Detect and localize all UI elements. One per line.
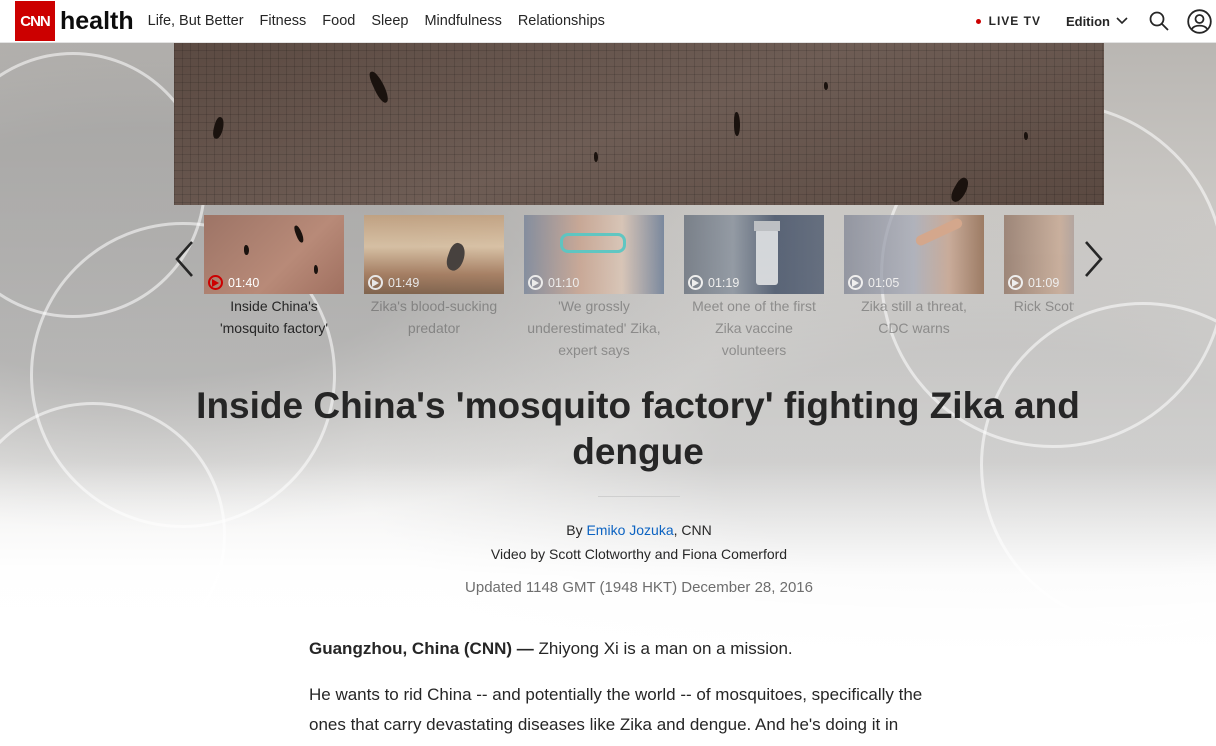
edition-label: Edition [1065,13,1110,29]
updated-timestamp: Updated 1148 GMT (1948 HKT) December 28,… [465,579,813,596]
cnn-health-logo[interactable]: CNN health [15,1,134,41]
nav-sleep[interactable]: Sleep [371,13,408,29]
paragraph-line: ones that carry devastating diseases lik… [309,715,899,734]
play-icon [848,275,863,290]
video-thumbnail: 01:19 [684,215,824,294]
video-player[interactable] [174,42,1104,205]
author-link[interactable]: Emiko Jozuka [586,522,673,538]
video-caption: Zika still a threat, CDC warns [861,298,967,336]
video-thumbnail: 01:09 [1004,215,1074,294]
article-paragraph: Guangzhou, China (CNN) — Zhiyong Xi is a… [309,634,989,664]
byline-suffix: , CNN [673,522,712,538]
live-tv-link[interactable]: LIVE TV [975,14,1041,28]
video-caption: 'We grossly underestimated' Zika, expert… [527,298,661,358]
live-dot-icon [975,18,981,24]
section-logo: health [60,6,134,35]
play-icon [1008,275,1023,290]
divider [598,496,680,497]
nav-food[interactable]: Food [322,13,355,29]
account-button[interactable] [1186,8,1212,34]
video-caption: Meet one of the first Zika vaccine volun… [692,298,816,358]
byline: By Emiko Jozuka, CNN [0,522,1216,538]
nav-fitness[interactable]: Fitness [260,13,307,29]
video-thumbnail: 01:40 [204,215,344,294]
cnn-logo: CNN [15,1,55,41]
carousel-item[interactable]: 01:10 'We grossly underestimated' Zika, … [524,215,664,361]
nav-mindfulness[interactable]: Mindfulness [424,13,501,29]
carousel-item[interactable]: 01:09 Rick Scott: Miami Z [1004,215,1074,317]
play-icon [208,275,223,290]
carousel-item[interactable]: 01:49 Zika's blood-sucking predator [364,215,504,339]
edition-selector[interactable]: Edition [1066,14,1128,29]
video-caption: Rick Scott: Miami Z [1013,298,1074,314]
play-icon [368,275,383,290]
play-icon [688,275,703,290]
article-headline: Inside China's 'mosquito factory' fighti… [196,385,1080,472]
byline-prefix: By [566,522,587,538]
search-icon [1149,11,1169,31]
article-paragraph: He wants to rid China -- and potentially… [309,680,989,740]
video-duration: 01:40 [228,275,260,290]
user-account-icon [1186,8,1212,34]
lead-text: Zhiyong Xi is a man on a mission. [533,639,793,658]
video-thumbnail: 01:10 [524,215,664,294]
video-credit: Video by Scott Clotworthy and Fiona Come… [490,546,788,562]
video-duration: 01:10 [548,275,580,290]
video-duration: 01:05 [868,275,900,290]
video-caption: Inside China's 'mosquito factory' [219,298,329,336]
nav-life-but-better[interactable]: Life, But Better [148,13,244,29]
dateline: Guangzhou, China (CNN) — [309,639,534,658]
nav-relationships[interactable]: Relationships [518,13,605,29]
section-nav: Life, But Better Fitness Food Sleep Mind… [148,13,621,29]
carousel-item[interactable]: 01:19 Meet one of the first Zika vaccine… [684,215,824,361]
play-icon [528,275,543,290]
video-duration: 01:49 [388,275,420,290]
search-button[interactable] [1148,10,1170,32]
video-caption: Zika's blood-sucking predator [370,298,498,336]
video-thumbnail: 01:49 [364,215,504,294]
site-header: CNN health Life, But Better Fitness Food… [0,0,1216,43]
video-carousel: 01:40 Inside China's 'mosquito factory' … [168,215,1108,365]
live-tv-label: LIVE TV [988,14,1041,28]
chevron-down-icon [1116,17,1128,25]
carousel-item[interactable]: 01:05 Zika still a threat, CDC warns [844,215,984,339]
carousel-item[interactable]: 01:40 Inside China's 'mosquito factory' [204,215,344,339]
chevron-right-icon[interactable] [1080,239,1106,279]
paragraph-line: He wants to rid China -- and potentially… [309,685,923,704]
video-duration: 01:09 [1028,275,1060,290]
chevron-left-icon[interactable] [172,239,198,279]
video-duration: 01:19 [708,275,740,290]
video-thumbnail: 01:05 [844,215,984,294]
